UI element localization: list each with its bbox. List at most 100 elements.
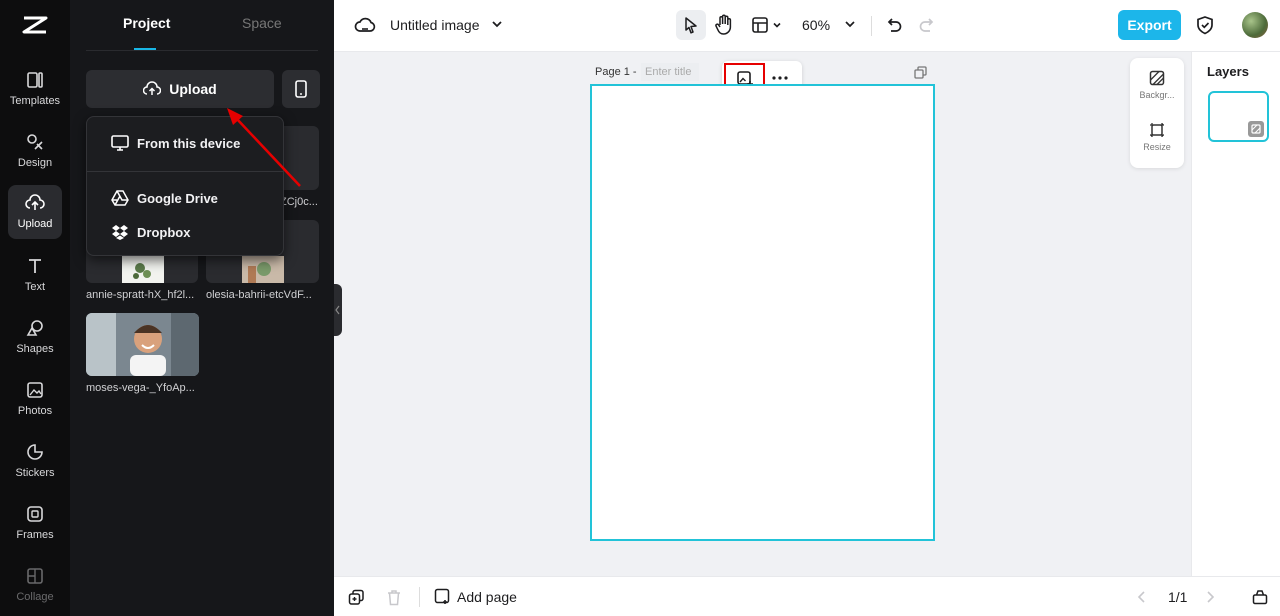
file-name: annie-spratt-hX_hf2l... xyxy=(86,289,195,301)
menu-item-dropbox[interactable]: Dropbox xyxy=(111,224,190,240)
chevron-right-icon xyxy=(1204,590,1216,604)
collage-icon xyxy=(8,566,62,586)
menu-item-google-drive[interactable]: Google Drive xyxy=(111,190,218,206)
chevron-left-icon xyxy=(1136,590,1148,604)
rail-item-upload[interactable]: Upload xyxy=(8,185,62,239)
menu-item-from-this-device[interactable]: From this device xyxy=(111,135,240,151)
prev-page-button[interactable] xyxy=(1136,590,1148,604)
background-icon xyxy=(1130,70,1184,86)
resize-tool-label: Resize xyxy=(1143,142,1171,152)
file-thumbnail[interactable] xyxy=(86,313,199,376)
thumbnail-image xyxy=(122,256,164,283)
redo-icon xyxy=(918,16,936,34)
page-title-input[interactable] xyxy=(641,63,699,81)
layout-icon xyxy=(751,16,769,34)
zoom-level[interactable]: 60% xyxy=(802,17,830,33)
photos-icon xyxy=(8,380,62,400)
chevron-down-icon[interactable] xyxy=(490,17,504,31)
tab-space[interactable]: Space xyxy=(242,15,282,31)
hand-icon xyxy=(714,14,734,36)
google-drive-icon xyxy=(111,190,129,206)
side-tools: Backgr... Resize xyxy=(1130,58,1184,168)
rail-item-label: Text xyxy=(24,281,46,293)
page-label: Page 1 - xyxy=(595,66,637,78)
thumbnail-image xyxy=(242,256,284,283)
artboard[interactable] xyxy=(590,84,935,541)
left-rail: Templates Design Upload Text Shapes Phot… xyxy=(0,0,70,616)
design-icon xyxy=(8,132,62,152)
layer-thumbnail[interactable] xyxy=(1208,91,1269,142)
zoom-chevron-down-icon[interactable] xyxy=(844,18,856,30)
resize-tool[interactable]: Resize xyxy=(1130,122,1184,152)
divider xyxy=(419,587,420,607)
cloud-upload-icon xyxy=(143,81,162,97)
upload-button[interactable]: Upload xyxy=(86,70,274,108)
upload-from-phone-button[interactable] xyxy=(282,70,320,108)
cloud-sync-icon[interactable] xyxy=(354,14,376,36)
project-panel: Project Space Upload ZCj0c... annie-spra… xyxy=(70,0,334,616)
export-button[interactable]: Export xyxy=(1118,10,1181,40)
file-name: moses-vega-_YfoAp... xyxy=(86,382,195,394)
menu-item-label: Dropbox xyxy=(137,224,191,240)
rail-item-label: Design xyxy=(17,157,53,169)
add-page-icon xyxy=(434,588,451,605)
undo-icon xyxy=(885,16,903,34)
delete-page-button[interactable] xyxy=(386,589,402,606)
duplicate-page-button[interactable] xyxy=(348,589,365,606)
rail-item-stickers[interactable]: Stickers xyxy=(8,434,62,488)
rail-item-label: Templates xyxy=(9,95,61,107)
select-tool-button[interactable] xyxy=(676,10,706,40)
undo-button[interactable] xyxy=(885,16,903,34)
thumbnail-image xyxy=(86,313,199,376)
stickers-icon xyxy=(8,442,62,462)
file-name: ZCj0c... xyxy=(280,196,318,208)
background-tool-label: Backgr... xyxy=(1139,90,1175,100)
monitor-icon xyxy=(111,135,129,151)
divider xyxy=(86,50,318,51)
rail-item-label: Frames xyxy=(16,529,54,541)
rail-item-photos[interactable]: Photos xyxy=(8,372,62,426)
rail-item-collage[interactable]: Collage xyxy=(8,558,62,612)
rail-item-frames[interactable]: Frames xyxy=(8,496,62,550)
shield-icon[interactable] xyxy=(1196,15,1214,35)
tray-icon xyxy=(1252,589,1268,605)
rail-item-design[interactable]: Design xyxy=(8,124,62,178)
avatar[interactable] xyxy=(1242,12,1268,38)
background-layer-icon xyxy=(1248,121,1264,137)
rail-item-label: Upload xyxy=(17,218,53,230)
rail-item-text[interactable]: Text xyxy=(8,248,62,302)
redo-button[interactable] xyxy=(918,16,936,34)
cursor-icon xyxy=(683,16,699,34)
panel-collapse-handle[interactable] xyxy=(334,284,342,336)
add-page-button[interactable]: Add page xyxy=(434,588,517,605)
upload-source-menu: From this device Google Drive Dropbox xyxy=(86,116,284,256)
document-title[interactable]: Untitled image xyxy=(390,17,480,33)
duplicate-page-icon[interactable] xyxy=(914,66,927,84)
layers-title: Layers xyxy=(1207,64,1249,79)
background-tool[interactable]: Backgr... xyxy=(1130,70,1184,100)
upload-button-label: Upload xyxy=(169,81,217,97)
menu-item-label: Google Drive xyxy=(137,190,218,206)
dropbox-icon xyxy=(111,224,129,240)
layout-dropdown[interactable] xyxy=(751,16,782,34)
trash-icon xyxy=(386,589,402,606)
rail-item-templates[interactable]: Templates xyxy=(8,62,62,116)
collapse-pages-button[interactable] xyxy=(1252,589,1268,605)
rail-item-label: Stickers xyxy=(15,467,55,479)
add-page-label: Add page xyxy=(457,588,517,605)
next-page-button[interactable] xyxy=(1204,590,1216,604)
file-name: olesia-bahrii-etcVdF... xyxy=(206,289,312,301)
rail-item-shapes[interactable]: Shapes xyxy=(8,310,62,364)
templates-icon xyxy=(8,70,62,90)
rail-item-label: Photos xyxy=(17,405,53,417)
capcut-logo-icon[interactable] xyxy=(20,10,50,40)
chevron-down-icon xyxy=(772,20,782,30)
divider xyxy=(87,171,283,172)
frames-icon xyxy=(8,504,62,524)
rail-item-label: Collage xyxy=(16,591,54,603)
shapes-icon xyxy=(8,318,62,338)
tab-project[interactable]: Project xyxy=(123,15,170,31)
rail-item-label: Shapes xyxy=(16,343,54,355)
hand-tool-button[interactable] xyxy=(714,14,734,36)
page-counter: 1/1 xyxy=(1168,589,1188,605)
